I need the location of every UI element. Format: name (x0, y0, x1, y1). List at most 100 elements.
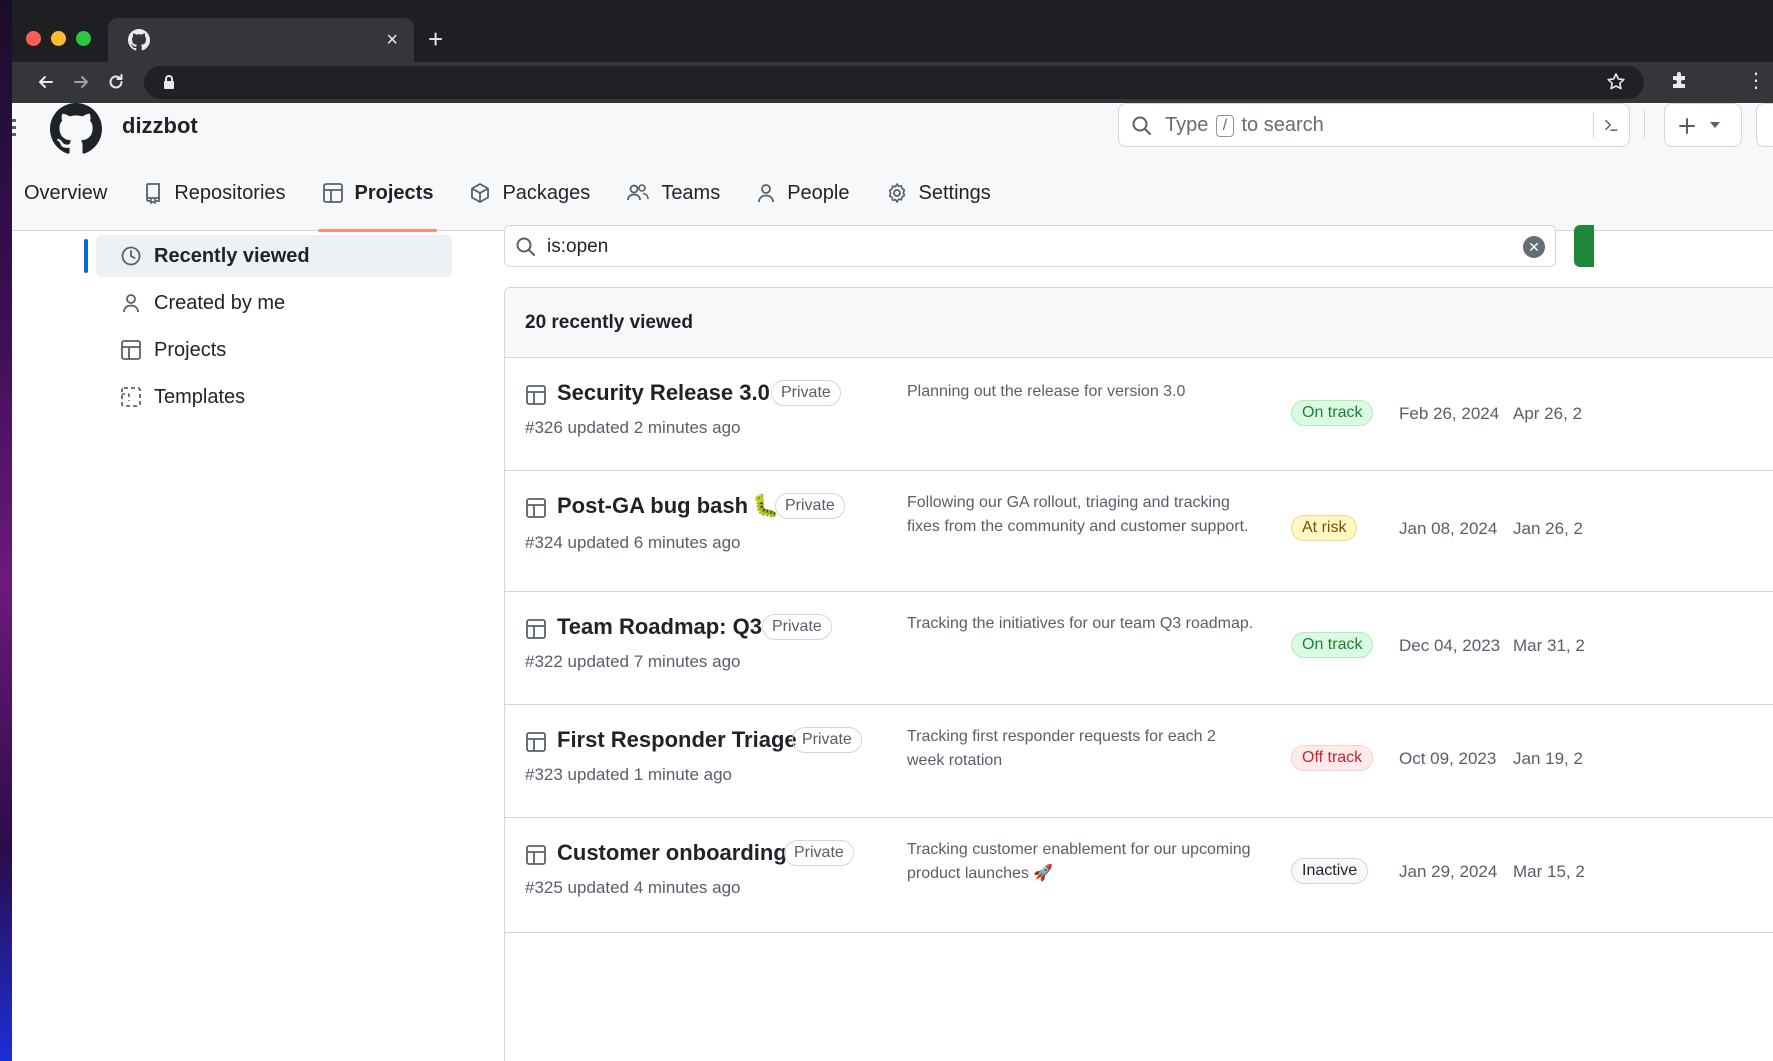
tab-teams[interactable]: Teams (608, 155, 738, 231)
project-title-link[interactable]: Team Roadmap: Q3 (557, 614, 766, 640)
slash-shortcut-key: / (1215, 115, 1234, 137)
project-title: Post-GA bug bash (557, 493, 749, 518)
search-placeholder-pre: Type (1165, 114, 1209, 136)
package-icon (469, 182, 491, 204)
project-title-link[interactable]: Security Release 3.0 (557, 380, 774, 406)
status-badge: Off track (1291, 745, 1374, 771)
project-row[interactable]: Team Roadmap: Q3 Private #322 updated 7 mi… (505, 592, 1773, 705)
project-title-link[interactable]: Post-GA bug bash 🐛 (557, 493, 779, 519)
search-icon (1132, 116, 1151, 135)
issues-button[interactable] (1756, 103, 1773, 147)
triangle-down-icon (1710, 122, 1720, 128)
table-icon (526, 498, 546, 518)
repo-icon (143, 182, 163, 204)
project-title: First Responder Triage (557, 727, 797, 752)
end-date: Mar 31, 2 (1513, 636, 1585, 655)
lock-icon (164, 75, 174, 89)
browser-window-chrome: × + ⋮ (12, 0, 1773, 103)
status-badge: At risk (1291, 515, 1358, 541)
project-title-link[interactable]: First Responder Triage (557, 727, 801, 753)
close-tab-icon[interactable]: × (386, 26, 398, 54)
desktop-backdrop (0, 0, 12, 1061)
start-date: Feb 26, 2024 (1399, 404, 1500, 423)
project-row[interactable]: First Responder Triage Private #323 update… (505, 705, 1773, 818)
search-placeholder: Type / to search (1165, 114, 1324, 137)
projects-filter-input[interactable]: is:open ✕ (504, 225, 1556, 267)
clear-filter-icon[interactable]: ✕ (1523, 236, 1545, 258)
visibility-badge: Private (792, 727, 862, 753)
end-date: Jan 19, 2 (1513, 749, 1583, 768)
org-name[interactable]: dizzbot (122, 113, 198, 139)
github-page: dizzbot Type / to search Overview Reposi… (12, 103, 1773, 1061)
github-logo-icon[interactable] (50, 103, 102, 155)
new-tab-button[interactable]: + (428, 24, 443, 54)
nav-label-repositories: Repositories (174, 181, 286, 204)
new-project-button[interactable] (1574, 225, 1594, 267)
sidebar-label-projects: Projects (154, 338, 227, 361)
clock-icon (120, 245, 142, 267)
project-description: Tracking customer enablement for our upc… (907, 841, 1251, 882)
table-icon (526, 845, 546, 865)
browser-menu-icon[interactable]: ⋮ (1746, 69, 1766, 93)
minimize-window-button[interactable] (51, 31, 66, 46)
bookmark-star-icon[interactable] (1606, 72, 1626, 92)
tab-settings[interactable]: Settings (868, 155, 1009, 231)
tab-projects[interactable]: Projects (304, 155, 452, 232)
project-description: Planning out the release for version 3.0 (907, 383, 1186, 400)
tab-overview[interactable]: Overview (12, 155, 125, 231)
sidebar-item-recently-viewed[interactable]: Recently viewed (84, 235, 452, 277)
tab-people[interactable]: People (738, 155, 867, 231)
github-favicon-icon (128, 29, 150, 51)
maximize-window-button[interactable] (76, 31, 91, 46)
forward-icon[interactable] (67, 68, 95, 96)
project-row[interactable]: Post-GA bug bash 🐛 Private #324 updated 6 m… (505, 471, 1773, 592)
nav-label-people: People (787, 181, 850, 204)
visibility-badge: Private (784, 840, 854, 866)
status-badge: On track (1291, 400, 1374, 426)
create-new-button[interactable] (1664, 103, 1742, 147)
plus-icon (1679, 118, 1695, 134)
project-meta: #326 updated 2 minutes ago (525, 418, 741, 437)
project-description: Following our GA rollout, triaging and t… (907, 494, 1249, 535)
tab-packages[interactable]: Packages (451, 155, 608, 231)
address-bar[interactable] (144, 66, 1644, 99)
sidebar-item-created-by-me[interactable]: Created by me (96, 282, 452, 324)
status-badge: Inactive (1291, 858, 1369, 884)
project-row[interactable]: Customer onboarding Private #325 updated 4… (505, 818, 1773, 933)
table-icon (322, 182, 344, 204)
sidebar-item-templates[interactable]: Templates (96, 376, 452, 418)
global-search-input[interactable]: Type / to search (1118, 103, 1630, 147)
sidebar-item-projects[interactable]: Projects (96, 329, 452, 371)
project-title: Team Roadmap: Q3 (557, 614, 762, 639)
nav-label-packages: Packages (502, 181, 591, 204)
nav-label-projects: Projects (354, 181, 434, 204)
reload-icon[interactable] (102, 68, 130, 96)
project-row[interactable]: Security Release 3.0 Private #326 updated … (505, 358, 1773, 471)
visibility-badge: Private (775, 493, 845, 519)
project-meta: #324 updated 6 minutes ago (525, 533, 741, 552)
start-date: Dec 04, 2023 (1399, 636, 1501, 655)
start-date: Jan 08, 2024 (1399, 519, 1498, 538)
end-date: Jan 26, 2 (1513, 519, 1583, 538)
close-window-button[interactable] (26, 31, 41, 46)
end-date: Mar 15, 2 (1513, 862, 1585, 881)
tab-strip: × + (12, 0, 1773, 62)
nav-label-settings: Settings (918, 181, 991, 204)
nav-label-overview: Overview (24, 181, 108, 204)
gear-icon (886, 182, 908, 204)
table-icon (526, 619, 546, 639)
project-title: Customer onboarding (557, 840, 787, 865)
start-date: Jan 29, 2024 (1399, 862, 1498, 881)
hamburger-menu-icon[interactable] (12, 117, 16, 139)
back-icon[interactable] (32, 68, 60, 96)
command-palette-icon[interactable] (1593, 112, 1619, 138)
extensions-puzzle-icon[interactable] (1670, 70, 1690, 90)
people-icon (626, 182, 650, 204)
org-nav: Overview Repositories Projects Packages … (12, 155, 1009, 232)
sidebar-label-templates: Templates (154, 385, 246, 408)
project-meta: #325 updated 4 minutes ago (525, 878, 741, 897)
project-title-link[interactable]: Customer onboarding (557, 840, 791, 866)
search-icon (516, 237, 535, 256)
tab-repositories[interactable]: Repositories (125, 155, 303, 231)
browser-tab[interactable]: × (108, 18, 414, 62)
